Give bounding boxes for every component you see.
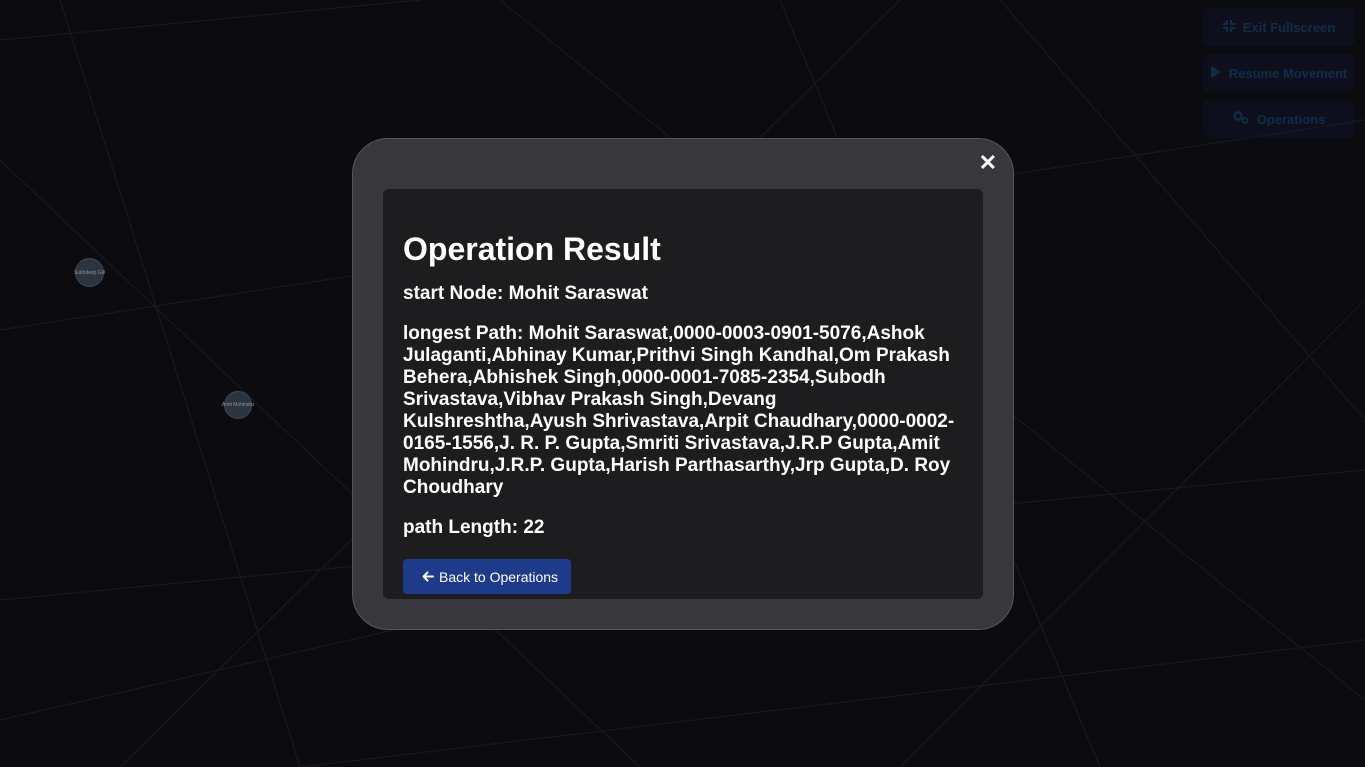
exit-fullscreen-label: Exit Fullscreen (1242, 19, 1336, 35)
modal-content: Operation Result start Node: Mohit Saras… (383, 189, 983, 599)
start-node-row: start Node: Mohit Saraswat (403, 283, 963, 305)
start-node-label: start Node: (403, 283, 504, 304)
compress-icon (1222, 19, 1235, 35)
operations-button[interactable]: Operations (1203, 100, 1355, 138)
graph-controls: Exit Fullscreen Resume Movement Operatio… (1203, 8, 1355, 138)
back-to-operations-button[interactable]: Back to Operations (403, 559, 572, 594)
longest-path-row: longest Path: Mohit Saraswat,0000-0003-0… (403, 323, 963, 499)
back-to-operations-label: Back to Operations (439, 568, 559, 585)
graph-node-label: Sukhdeep Gill (73, 269, 106, 276)
modal-title: Operation Result (403, 231, 661, 267)
resume-movement-label: Resume Movement (1228, 65, 1348, 81)
operation-result-modal: ✕ Operation Result start Node: Mohit Sar… (352, 138, 1014, 630)
graph-node[interactable]: Amit Mohindru (221, 391, 255, 419)
operations-label: Operations (1256, 111, 1326, 127)
longest-path-label: longest Path: (403, 323, 524, 344)
gears-icon (1232, 111, 1249, 127)
path-length-value: 22 (523, 517, 545, 538)
start-node-value: Mohit Saraswat (508, 283, 648, 304)
graph-node-label: Amit Mohindru (221, 402, 255, 408)
path-length-label: path Length: (403, 517, 519, 538)
play-icon (1210, 65, 1221, 81)
longest-path-value: Mohit Saraswat,0000-0003-0901-5076,Ashok… (403, 323, 955, 498)
arrow-left-icon (422, 569, 434, 585)
exit-fullscreen-button[interactable]: Exit Fullscreen (1203, 8, 1355, 46)
resume-movement-button[interactable]: Resume Movement (1203, 54, 1355, 92)
graph-node[interactable]: Sukhdeep Gill (73, 258, 106, 287)
path-length-row: path Length: 22 (403, 517, 963, 539)
close-icon[interactable]: ✕ (979, 151, 997, 175)
